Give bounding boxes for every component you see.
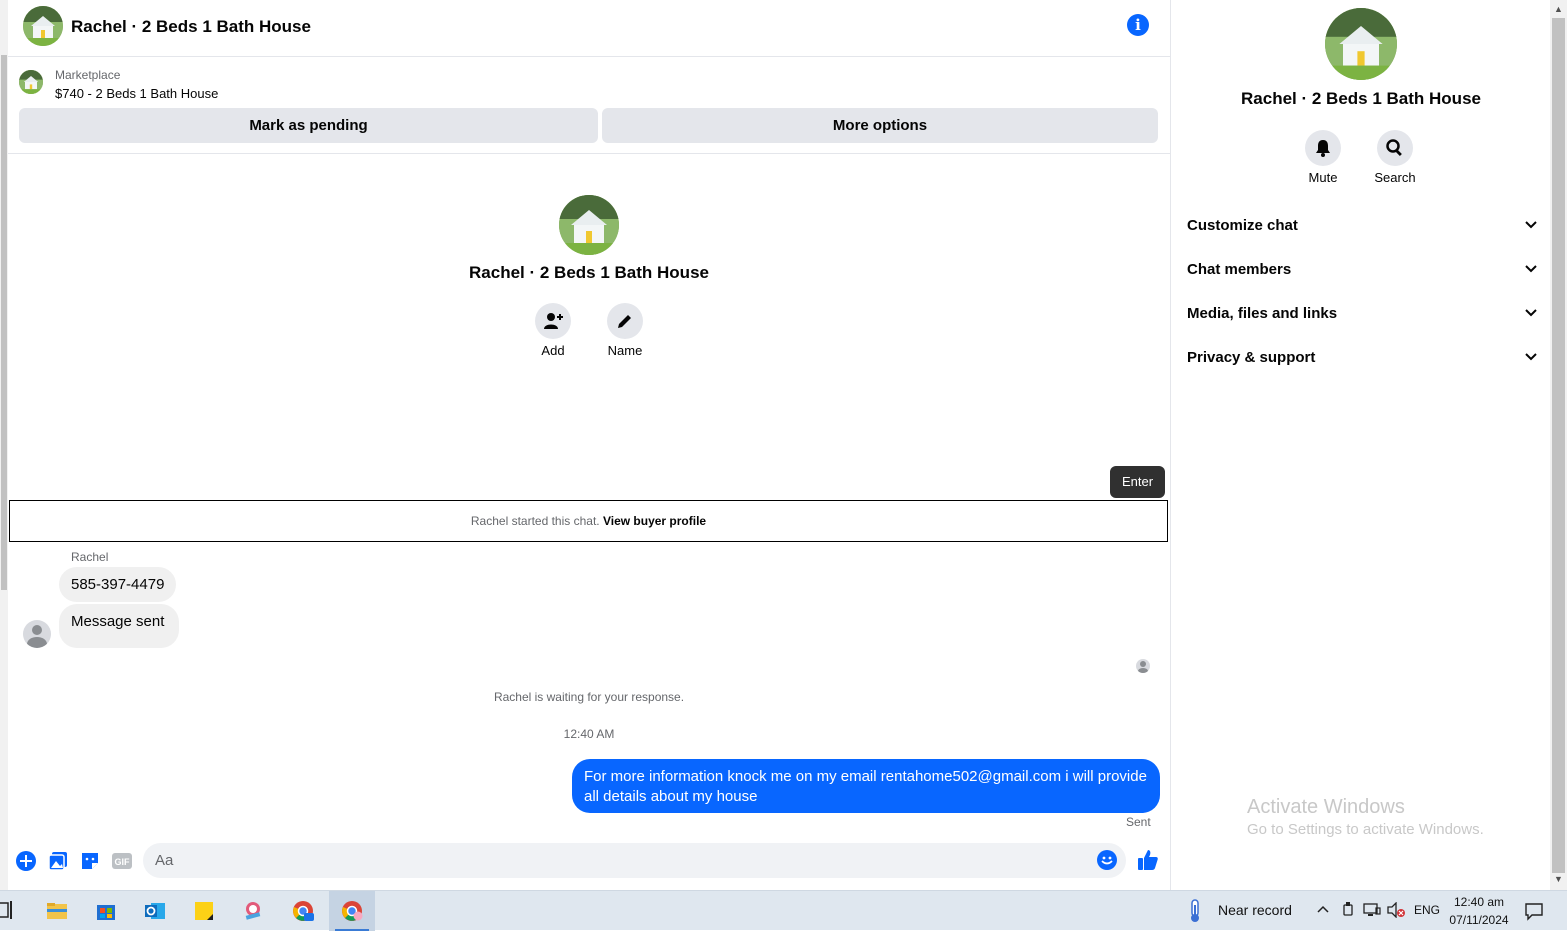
thermometer-icon[interactable]: [1188, 899, 1202, 923]
listing-banner: Marketplace $740 - 2 Beds 1 Bath House M…: [8, 58, 1170, 154]
photo-icon[interactable]: [47, 850, 69, 872]
left-scroll-thumb[interactable]: [1, 55, 7, 590]
sidebar-name: Rachel · 2 Beds 1 Bath House: [1241, 89, 1481, 108]
right-scrollbar[interactable]: ▲ ▼: [1550, 0, 1567, 890]
chevron-down-icon: [1525, 353, 1537, 361]
outlook-icon[interactable]: [132, 891, 178, 931]
message-bubble-outgoing[interactable]: For more information knock me on my emai…: [572, 759, 1160, 813]
sticky-notes-icon[interactable]: [181, 891, 227, 931]
windows-taskbar: Near record ENG 12:40 am 07/11/2024: [0, 890, 1567, 931]
pencil-icon: [618, 315, 631, 328]
sidebar-avatar[interactable]: [1325, 8, 1397, 80]
more-options-button[interactable]: More options: [602, 108, 1158, 143]
section-label: Customize chat: [1187, 217, 1298, 234]
chevron-up-icon[interactable]: [1316, 904, 1330, 914]
sender-name: Rachel: [71, 550, 109, 564]
messenger-window: Rachel · 2 Beds 1 Bath House i Marketpla…: [0, 0, 1567, 890]
waiting-notice: Rachel is waiting for your response.: [493, 690, 685, 704]
volume-muted-icon[interactable]: [1387, 902, 1407, 918]
weather-text[interactable]: Near record: [1218, 902, 1292, 918]
watermark-subtitle: Go to Settings to activate Windows.: [1247, 821, 1484, 838]
system-clock[interactable]: 12:40 am 07/11/2024: [1440, 893, 1518, 929]
info-icon[interactable]: i: [1127, 14, 1149, 36]
search-button[interactable]: [1377, 130, 1413, 166]
listing-thumbnail[interactable]: [19, 70, 43, 94]
read-receipt-avatar: [1136, 659, 1150, 673]
message-bubble-incoming[interactable]: 585-397-4479: [59, 567, 177, 602]
file-explorer-icon[interactable]: [34, 891, 80, 931]
message-status: Sent: [1126, 815, 1151, 829]
chrome-profile-icon[interactable]: [280, 891, 326, 931]
chat-started-text: Rachel started this chat.: [470, 514, 600, 528]
section-label: Media, files and links: [1187, 305, 1338, 322]
section-label: Chat members: [1187, 261, 1292, 278]
scroll-down-arrow-icon[interactable]: ▼: [1554, 874, 1563, 884]
chat-members-section[interactable]: Chat members: [1187, 250, 1537, 290]
like-icon[interactable]: [1136, 848, 1158, 870]
media-files-links-section[interactable]: Media, files and links: [1187, 294, 1537, 334]
gif-icon[interactable]: GIF: [111, 850, 133, 872]
chat-info-sidebar: Rachel · 2 Beds 1 Bath House Mute Search…: [1170, 0, 1550, 890]
add-label: Add: [541, 343, 565, 358]
mute-button[interactable]: [1305, 130, 1341, 166]
enter-tooltip: Enter: [1110, 466, 1165, 498]
gif-label: GIF: [115, 857, 131, 867]
intro-avatar: [559, 195, 619, 255]
search-label: Search: [1374, 170, 1416, 185]
chat-header: Rachel · 2 Beds 1 Bath House i: [8, 0, 1170, 57]
message-input-box[interactable]: [143, 843, 1126, 878]
view-buyer-profile-link[interactable]: View buyer profile: [603, 514, 706, 528]
mute-label: Mute: [1308, 170, 1338, 185]
name-button[interactable]: [607, 303, 643, 339]
name-label: Name: [607, 343, 643, 358]
notification-center-icon[interactable]: [1524, 901, 1544, 921]
customize-chat-section[interactable]: Customize chat: [1187, 206, 1537, 246]
right-scroll-thumb[interactable]: [1552, 18, 1565, 873]
sticker-icon[interactable]: [79, 850, 101, 872]
intro-name: Rachel · 2 Beds 1 Bath House: [469, 263, 709, 282]
clock-date: 07/11/2024: [1449, 913, 1509, 927]
chrome-active-icon[interactable]: [329, 891, 375, 931]
scroll-up-arrow-icon[interactable]: ▲: [1554, 4, 1563, 14]
activate-windows-watermark: Activate Windows Go to Settings to activ…: [1247, 796, 1484, 838]
chat-panel: Rachel · 2 Beds 1 Bath House i Marketpla…: [8, 0, 1170, 890]
listing-title[interactable]: $740 - 2 Beds 1 Bath House: [55, 86, 218, 101]
plus-icon[interactable]: [15, 850, 37, 872]
composer: GIF: [8, 840, 1170, 882]
chat-title[interactable]: Rachel · 2 Beds 1 Bath House: [71, 17, 311, 37]
usb-device-icon[interactable]: [1341, 902, 1355, 918]
listing-source: Marketplace: [55, 68, 121, 82]
section-label: Privacy & support: [1187, 349, 1316, 366]
chevron-down-icon: [1525, 309, 1537, 317]
task-view-icon[interactable]: [0, 891, 16, 931]
message-input[interactable]: [143, 843, 1043, 878]
microsoft-store-icon[interactable]: [83, 891, 129, 931]
chat-avatar[interactable]: [23, 6, 63, 46]
snipping-tool-icon[interactable]: [230, 891, 276, 931]
emoji-icon[interactable]: [1097, 850, 1117, 870]
network-icon[interactable]: [1363, 902, 1381, 918]
bell-icon: [1316, 140, 1330, 157]
message-timestamp: 12:40 AM: [563, 727, 615, 741]
mark-as-pending-button[interactable]: Mark as pending: [19, 108, 598, 143]
chat-started-notice: Rachel started this chat. View buyer pro…: [9, 500, 1168, 542]
left-scrollbar[interactable]: [0, 0, 8, 890]
watermark-title: Activate Windows: [1247, 796, 1405, 818]
search-icon: [1386, 139, 1402, 156]
clock-time: 12:40 am: [1453, 895, 1505, 909]
chat-intro: Rachel · 2 Beds 1 Bath House Add Name: [8, 155, 1170, 375]
message-bubble-incoming[interactable]: Message sent: [59, 604, 180, 648]
language-indicator[interactable]: ENG: [1414, 903, 1440, 917]
chevron-down-icon: [1525, 221, 1537, 229]
privacy-support-section[interactable]: Privacy & support: [1187, 338, 1537, 378]
sender-avatar[interactable]: [23, 620, 51, 648]
add-button[interactable]: [535, 303, 571, 339]
chevron-down-icon: [1525, 265, 1537, 273]
add-person-icon: [544, 313, 563, 329]
